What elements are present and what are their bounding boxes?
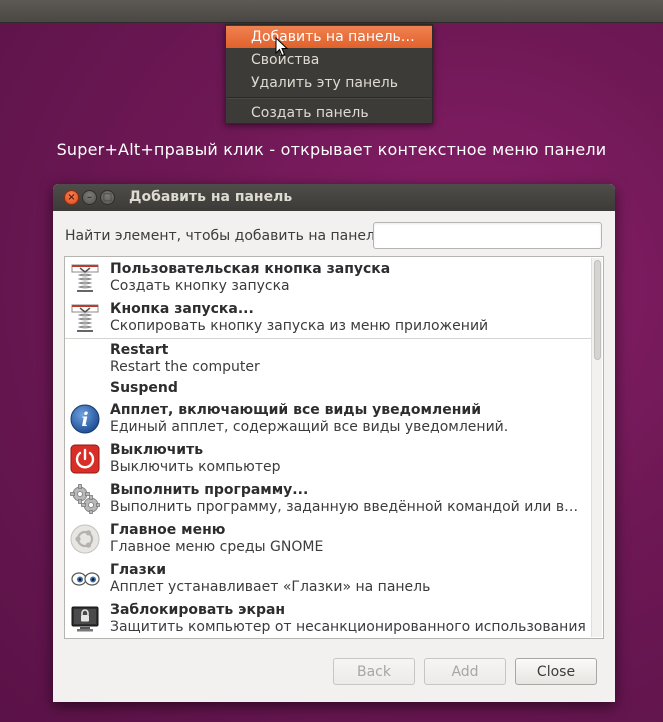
launcher-icon xyxy=(71,304,99,332)
menu-separator xyxy=(227,97,431,99)
dialog-title: Добавить на панель xyxy=(129,189,293,205)
maximize-icon: □ xyxy=(102,192,113,203)
lock-screen-icon xyxy=(71,606,99,632)
item-description: Единый апплет, содержащий все виды уведо… xyxy=(110,419,509,435)
window-maximize-button[interactable]: □ xyxy=(100,190,115,205)
item-title: Suspend xyxy=(110,380,178,396)
mouse-cursor-icon xyxy=(275,37,289,57)
info-icon: i xyxy=(70,404,100,434)
item-description: Выключить компьютер xyxy=(110,459,281,475)
search-input[interactable] xyxy=(373,222,602,249)
item-description: Создать кнопку запуска xyxy=(110,278,290,294)
top-panel[interactable] xyxy=(0,0,663,23)
add-to-panel-dialog: × – □ Добавить на панель Найти элемент, … xyxy=(53,184,615,702)
item-description: Защитить компьютер от несанкционированно… xyxy=(110,619,586,635)
list-item-shutdown[interactable]: Выключить Выключить компьютер xyxy=(65,439,591,479)
power-icon xyxy=(70,444,100,474)
item-title: Апплет, включающий все виды уведомлений xyxy=(110,402,482,418)
list-item-restart[interactable]: Restart Restart the computer xyxy=(65,339,591,379)
panel-context-menu: Добавить на панель… Свойства Удалить эту… xyxy=(225,24,433,124)
add-button[interactable]: Add xyxy=(424,658,506,685)
window-minimize-button[interactable]: – xyxy=(82,190,97,205)
list-item-run-program[interactable]: Выполнить программу... Выполнить програм… xyxy=(65,479,591,519)
dialog-titlebar[interactable]: × – □ Добавить на панель xyxy=(53,184,615,211)
eyes-icon xyxy=(71,572,100,586)
scrollbar-thumb[interactable] xyxy=(594,260,601,360)
list-item-main-menu[interactable]: Главное меню Главное меню среды GNOME xyxy=(65,519,591,559)
item-title: Заблокировать экран xyxy=(110,602,286,618)
menu-item-delete-panel[interactable]: Удалить эту панель xyxy=(226,72,432,94)
caption-text: Super+Alt+правый клик - открывает контек… xyxy=(56,140,607,159)
list-item-custom-launcher[interactable]: Пользовательская кнопка запуска Создать … xyxy=(65,258,591,298)
item-description: Выполнить программу, заданную введённой … xyxy=(110,499,588,515)
item-description: Апплет устанавливает «Глазки» на панель xyxy=(110,579,431,595)
item-title: Выполнить программу... xyxy=(110,482,309,498)
menu-item-add-to-panel[interactable]: Добавить на панель… xyxy=(226,26,432,48)
search-label: Найти элемент, чтобы добавить на панель: xyxy=(65,228,388,244)
item-description: Скопировать кнопку запуска из меню прило… xyxy=(110,318,489,334)
window-close-button[interactable]: × xyxy=(64,190,79,205)
list-item-suspend[interactable]: Suspend xyxy=(65,377,591,399)
close-button[interactable]: Close xyxy=(515,658,597,685)
menu-item-new-panel[interactable]: Создать панель xyxy=(226,102,432,124)
items-list: Пользовательская кнопка запуска Создать … xyxy=(64,256,604,639)
gears-icon xyxy=(70,484,100,514)
item-description: Restart the computer xyxy=(110,359,260,375)
item-description: Главное меню среды GNOME xyxy=(110,539,324,555)
list-item-geyes[interactable]: Глазки Апплет устанавливает «Глазки» на … xyxy=(65,559,591,599)
back-button[interactable]: Back xyxy=(333,658,415,685)
item-title: Главное меню xyxy=(110,522,226,538)
item-title: Кнопка запуска... xyxy=(110,301,254,317)
ubuntu-logo-icon xyxy=(70,524,100,554)
menu-item-properties[interactable]: Свойства xyxy=(226,49,432,71)
svg-text:i: i xyxy=(81,409,88,431)
item-title: Пользовательская кнопка запуска xyxy=(110,261,391,277)
list-scrollbar[interactable] xyxy=(591,258,602,637)
item-title: Выключить xyxy=(110,442,204,458)
item-title: Restart xyxy=(110,342,169,358)
item-title: Глазки xyxy=(110,562,167,578)
list-item-lock-screen[interactable]: Заблокировать экран Защитить компьютер о… xyxy=(65,599,591,638)
list-item-launcher[interactable]: Кнопка запуска... Скопировать кнопку зап… xyxy=(65,298,591,338)
close-icon: × xyxy=(67,192,76,203)
minimize-icon: – xyxy=(87,192,92,203)
list-item-indicator-applet[interactable]: i Апплет, включающий все виды уведомлени… xyxy=(65,399,591,439)
launcher-icon xyxy=(71,264,99,292)
